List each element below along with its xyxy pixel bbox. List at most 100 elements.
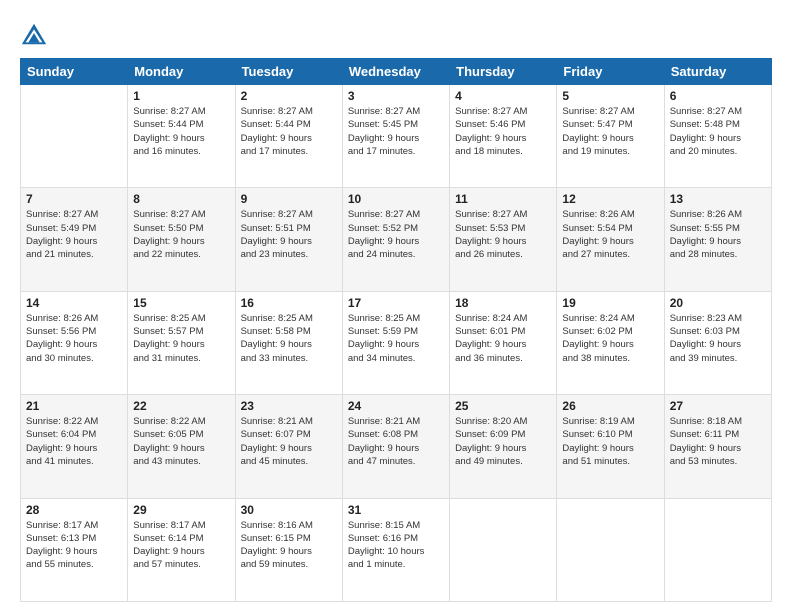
calendar-cell: 4 Sunrise: 8:27 AM Sunset: 5:46 PM Daylig…: [450, 85, 557, 188]
calendar-cell: 5Sunrise: 8:27 AM Sunset: 5:47 PM Daylig…: [557, 85, 664, 188]
day-info: Sunrise: 8:16 AM Sunset: 6:15 PM Dayligh…: [241, 519, 337, 572]
day-info: Sunrise: 8:26 AM Sunset: 5:54 PM Dayligh…: [562, 208, 658, 261]
day-info: Sunrise: 8:21 AM Sunset: 6:08 PM Dayligh…: [348, 415, 444, 468]
calendar-cell: 27 Sunrise: 8:18 AM Sunset: 6:11 PM Dayli…: [664, 395, 771, 498]
calendar-cell: 15Sunrise: 8:25 AM Sunset: 5:57 PM Dayli…: [128, 291, 235, 394]
calendar-week-row: 21Sunrise: 8:22 AM Sunset: 6:04 PM Dayli…: [21, 395, 772, 498]
day-number: 24: [348, 399, 444, 413]
day-number: 14: [26, 296, 122, 310]
calendar-week-row: 28Sunrise: 8:17 AM Sunset: 6:13 PM Dayli…: [21, 498, 772, 601]
day-number: 11: [455, 192, 551, 206]
calendar-cell: 1 Sunrise: 8:27 AM Sunset: 5:44 PM Daylig…: [128, 85, 235, 188]
day-info: Sunrise: 8:25 AM Sunset: 5:58 PM Dayligh…: [241, 312, 337, 365]
calendar-cell: 13 Sunrise: 8:26 AM Sunset: 5:55 PM Dayli…: [664, 188, 771, 291]
page: SundayMondayTuesdayWednesdayThursdayFrid…: [0, 0, 792, 612]
calendar-cell: 31 Sunrise: 8:15 AM Sunset: 6:16 PM Dayli…: [342, 498, 449, 601]
calendar-cell: 6 Sunrise: 8:27 AM Sunset: 5:48 PM Daylig…: [664, 85, 771, 188]
calendar-cell: 18Sunrise: 8:24 AM Sunset: 6:01 PM Dayli…: [450, 291, 557, 394]
day-info: Sunrise: 8:27 AM Sunset: 5:49 PM Dayligh…: [26, 208, 122, 261]
calendar-cell: 17 Sunrise: 8:25 AM Sunset: 5:59 PM Dayli…: [342, 291, 449, 394]
header: [20, 20, 772, 48]
day-number: 1: [133, 89, 229, 103]
day-number: 29: [133, 503, 229, 517]
calendar-cell: 20Sunrise: 8:23 AM Sunset: 6:03 PM Dayli…: [664, 291, 771, 394]
calendar-cell: [557, 498, 664, 601]
calendar-week-row: 7Sunrise: 8:27 AM Sunset: 5:49 PM Daylig…: [21, 188, 772, 291]
calendar-day-header: Wednesday: [342, 59, 449, 85]
calendar-week-row: 1 Sunrise: 8:27 AM Sunset: 5:44 PM Daylig…: [21, 85, 772, 188]
day-info: Sunrise: 8:20 AM Sunset: 6:09 PM Dayligh…: [455, 415, 551, 468]
calendar-cell: 19Sunrise: 8:24 AM Sunset: 6:02 PM Dayli…: [557, 291, 664, 394]
calendar-cell: 25Sunrise: 8:20 AM Sunset: 6:09 PM Dayli…: [450, 395, 557, 498]
day-number: 18: [455, 296, 551, 310]
day-info: Sunrise: 8:18 AM Sunset: 6:11 PM Dayligh…: [670, 415, 766, 468]
calendar-cell: 26Sunrise: 8:19 AM Sunset: 6:10 PM Dayli…: [557, 395, 664, 498]
day-info: Sunrise: 8:27 AM Sunset: 5:44 PM Dayligh…: [241, 105, 337, 158]
day-info: Sunrise: 8:23 AM Sunset: 6:03 PM Dayligh…: [670, 312, 766, 365]
day-info: Sunrise: 8:24 AM Sunset: 6:02 PM Dayligh…: [562, 312, 658, 365]
day-number: 4: [455, 89, 551, 103]
calendar-cell: 12Sunrise: 8:26 AM Sunset: 5:54 PM Dayli…: [557, 188, 664, 291]
calendar-day-header: Tuesday: [235, 59, 342, 85]
day-number: 8: [133, 192, 229, 206]
calendar-cell: 22 Sunrise: 8:22 AM Sunset: 6:05 PM Dayli…: [128, 395, 235, 498]
logo: [20, 20, 52, 48]
calendar-cell: 23 Sunrise: 8:21 AM Sunset: 6:07 PM Dayli…: [235, 395, 342, 498]
day-info: Sunrise: 8:22 AM Sunset: 6:05 PM Dayligh…: [133, 415, 229, 468]
calendar-cell: 11 Sunrise: 8:27 AM Sunset: 5:53 PM Dayli…: [450, 188, 557, 291]
day-number: 31: [348, 503, 444, 517]
calendar-cell: 8 Sunrise: 8:27 AM Sunset: 5:50 PM Daylig…: [128, 188, 235, 291]
day-info: Sunrise: 8:27 AM Sunset: 5:45 PM Dayligh…: [348, 105, 444, 158]
calendar-cell: 3 Sunrise: 8:27 AM Sunset: 5:45 PM Daylig…: [342, 85, 449, 188]
day-number: 26: [562, 399, 658, 413]
day-info: Sunrise: 8:27 AM Sunset: 5:51 PM Dayligh…: [241, 208, 337, 261]
day-info: Sunrise: 8:27 AM Sunset: 5:44 PM Dayligh…: [133, 105, 229, 158]
day-info: Sunrise: 8:17 AM Sunset: 6:14 PM Dayligh…: [133, 519, 229, 572]
day-number: 23: [241, 399, 337, 413]
day-info: Sunrise: 8:27 AM Sunset: 5:52 PM Dayligh…: [348, 208, 444, 261]
calendar-cell: [21, 85, 128, 188]
day-number: 3: [348, 89, 444, 103]
day-number: 21: [26, 399, 122, 413]
day-info: Sunrise: 8:21 AM Sunset: 6:07 PM Dayligh…: [241, 415, 337, 468]
day-number: 22: [133, 399, 229, 413]
day-number: 6: [670, 89, 766, 103]
day-info: Sunrise: 8:27 AM Sunset: 5:46 PM Dayligh…: [455, 105, 551, 158]
calendar-day-header: Friday: [557, 59, 664, 85]
day-number: 2: [241, 89, 337, 103]
day-number: 17: [348, 296, 444, 310]
calendar-cell: 16 Sunrise: 8:25 AM Sunset: 5:58 PM Dayli…: [235, 291, 342, 394]
calendar-table: SundayMondayTuesdayWednesdayThursdayFrid…: [20, 58, 772, 602]
logo-icon: [20, 20, 48, 48]
calendar-cell: 30 Sunrise: 8:16 AM Sunset: 6:15 PM Dayli…: [235, 498, 342, 601]
calendar-cell: 7Sunrise: 8:27 AM Sunset: 5:49 PM Daylig…: [21, 188, 128, 291]
calendar-header-row: SundayMondayTuesdayWednesdayThursdayFrid…: [21, 59, 772, 85]
day-info: Sunrise: 8:27 AM Sunset: 5:50 PM Dayligh…: [133, 208, 229, 261]
calendar-day-header: Monday: [128, 59, 235, 85]
day-number: 30: [241, 503, 337, 517]
calendar-day-header: Thursday: [450, 59, 557, 85]
day-number: 28: [26, 503, 122, 517]
day-info: Sunrise: 8:27 AM Sunset: 5:47 PM Dayligh…: [562, 105, 658, 158]
calendar-cell: [664, 498, 771, 601]
calendar-cell: 9 Sunrise: 8:27 AM Sunset: 5:51 PM Daylig…: [235, 188, 342, 291]
day-info: Sunrise: 8:27 AM Sunset: 5:48 PM Dayligh…: [670, 105, 766, 158]
day-info: Sunrise: 8:15 AM Sunset: 6:16 PM Dayligh…: [348, 519, 444, 572]
calendar-cell: 29 Sunrise: 8:17 AM Sunset: 6:14 PM Dayli…: [128, 498, 235, 601]
calendar-cell: 14Sunrise: 8:26 AM Sunset: 5:56 PM Dayli…: [21, 291, 128, 394]
day-number: 27: [670, 399, 766, 413]
calendar-cell: 2 Sunrise: 8:27 AM Sunset: 5:44 PM Daylig…: [235, 85, 342, 188]
day-number: 9: [241, 192, 337, 206]
calendar-day-header: Sunday: [21, 59, 128, 85]
day-info: Sunrise: 8:25 AM Sunset: 5:59 PM Dayligh…: [348, 312, 444, 365]
day-number: 16: [241, 296, 337, 310]
calendar-cell: 10 Sunrise: 8:27 AM Sunset: 5:52 PM Dayli…: [342, 188, 449, 291]
day-number: 13: [670, 192, 766, 206]
day-number: 10: [348, 192, 444, 206]
calendar-cell: [450, 498, 557, 601]
calendar-week-row: 14Sunrise: 8:26 AM Sunset: 5:56 PM Dayli…: [21, 291, 772, 394]
calendar-cell: 21Sunrise: 8:22 AM Sunset: 6:04 PM Dayli…: [21, 395, 128, 498]
day-info: Sunrise: 8:26 AM Sunset: 5:55 PM Dayligh…: [670, 208, 766, 261]
day-info: Sunrise: 8:27 AM Sunset: 5:53 PM Dayligh…: [455, 208, 551, 261]
calendar-cell: 28Sunrise: 8:17 AM Sunset: 6:13 PM Dayli…: [21, 498, 128, 601]
